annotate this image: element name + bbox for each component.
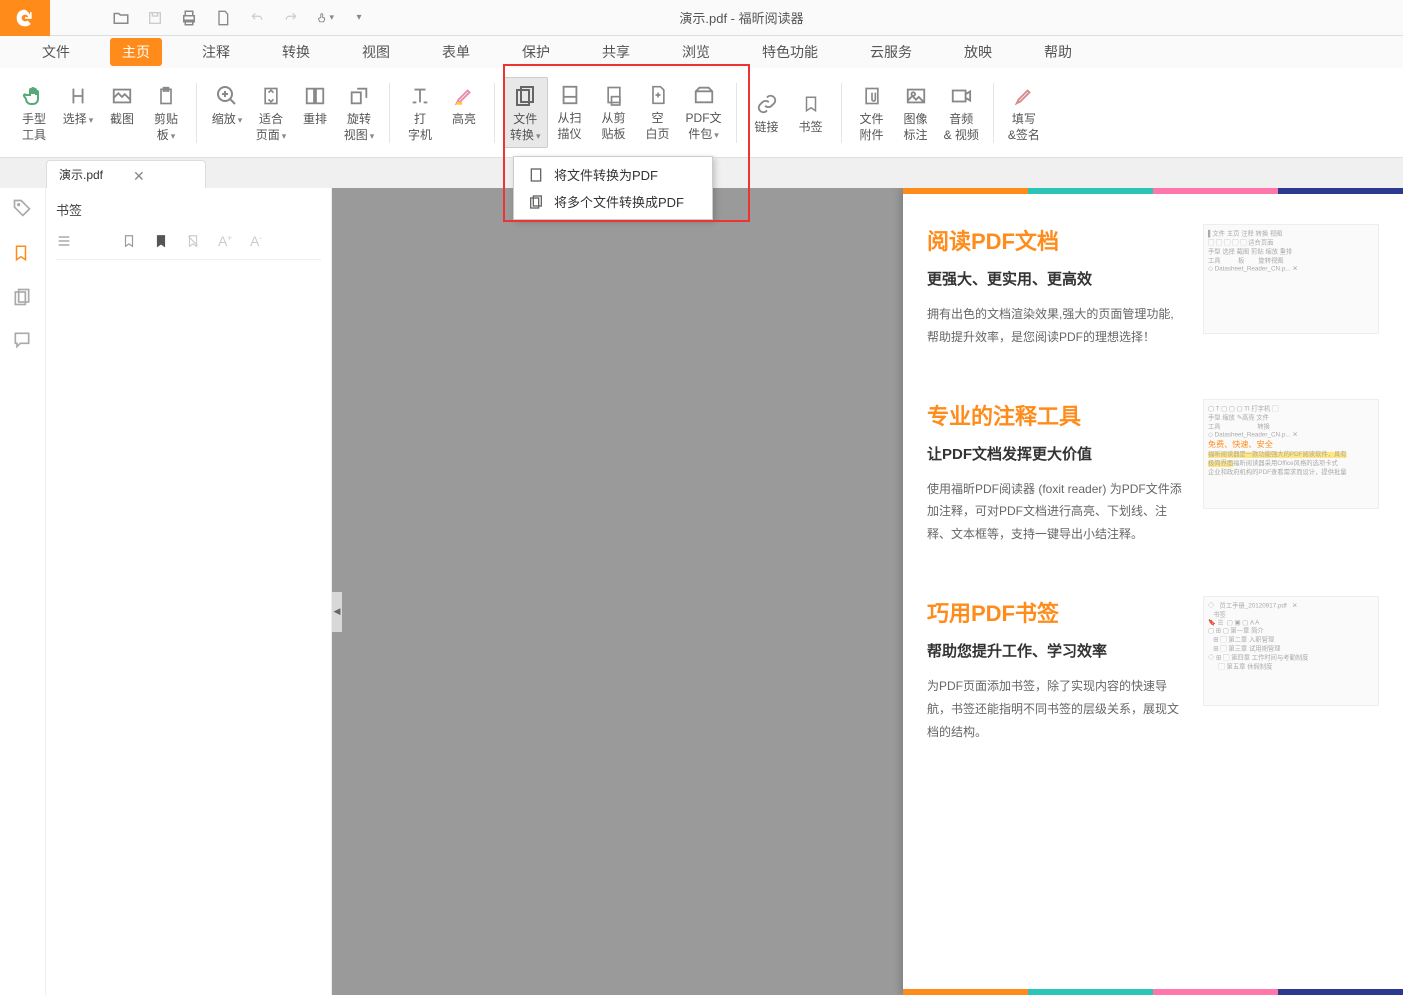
app-logo[interactable] bbox=[0, 0, 50, 36]
blank-page-button[interactable]: 空 白页 bbox=[636, 77, 680, 146]
image-annotation-button[interactable]: 图像 标注 bbox=[894, 78, 938, 147]
page-section-3: 巧用PDF书签 帮助您提升工作、学习效率 为PDF页面添加书签，除了实现内容的快… bbox=[927, 596, 1379, 743]
section-screenshot: ▢ T ▢ ▢ ▢ TI 打字机 ▢手型 缩放 ✎高亮 文件工具 转换◇ Dat… bbox=[1203, 399, 1379, 509]
qat-customize-icon[interactable]: ▾ bbox=[350, 9, 368, 27]
rotate-view-button[interactable]: 旋转 视图 bbox=[337, 78, 381, 147]
pdf-page: 阅读PDF文档 更强大、更实用、更高效 拥有出色的文档渲染效果,强大的页面管理功… bbox=[903, 188, 1403, 995]
quick-access-toolbar: ▾ ▾ bbox=[100, 9, 380, 27]
section-screenshot: ▌文件 主页 注释 转换 视图▢ ▢ ▢ ▢ ▢ 适合页面手型 选择 截图 剪贴… bbox=[1203, 224, 1379, 334]
window-title: 演示.pdf - 福昕阅读器 bbox=[380, 8, 1103, 27]
tab-form[interactable]: 表单 bbox=[430, 38, 482, 66]
tab-view[interactable]: 视图 bbox=[350, 38, 402, 66]
title-bar: ▾ ▾ 演示.pdf - 福昕阅读器 bbox=[0, 0, 1403, 36]
page-section-1: 阅读PDF文档 更强大、更实用、更高效 拥有出色的文档渲染效果,强大的页面管理功… bbox=[927, 224, 1379, 349]
text-large-icon[interactable]: A+ bbox=[218, 233, 236, 251]
document-tab-label: 演示.pdf bbox=[59, 166, 103, 183]
close-tab-icon[interactable]: ✕ bbox=[133, 168, 147, 182]
main-area: 书签 A+ A- ◀ 阅读PDF文档 更强大、更实用、更高效 拥有出色的文档渲染… bbox=[0, 188, 1403, 995]
tab-browse[interactable]: 浏览 bbox=[670, 38, 722, 66]
typewriter-button[interactable]: 打 字机 bbox=[398, 78, 442, 147]
tag-icon[interactable] bbox=[12, 198, 34, 220]
bookmark-panel: 书签 A+ A- bbox=[46, 188, 332, 995]
pages-panel-icon[interactable] bbox=[12, 286, 34, 308]
text-small-icon[interactable]: A- bbox=[250, 233, 268, 251]
page-section-2: 专业的注释工具 让PDF文档发挥更大价值 使用福昕PDF阅读器 (foxit r… bbox=[927, 399, 1379, 546]
ribbon: 手型 工具 选择 截图 剪贴 板 缩放 适合 页面 重排 旋转 视图 打 字机 … bbox=[0, 68, 1403, 158]
tab-convert[interactable]: 转换 bbox=[270, 38, 322, 66]
section-body: 使用福昕PDF阅读器 (foxit reader) 为PDF文件添加注释，可对P… bbox=[927, 478, 1185, 546]
reflow-button[interactable]: 重排 bbox=[293, 78, 337, 132]
from-clipboard-button[interactable]: 从剪 贴板 bbox=[592, 77, 636, 146]
convert-file-to-pdf-item[interactable]: 将文件转换为PDF bbox=[514, 161, 712, 188]
section-heading: 巧用PDF书签 bbox=[927, 596, 1185, 628]
section-body: 拥有出色的文档渲染效果,强大的页面管理功能,帮助提升效率，是您阅读PDF的理想选… bbox=[927, 303, 1185, 349]
tab-protect[interactable]: 保护 bbox=[510, 38, 562, 66]
document-tab[interactable]: 演示.pdf ✕ bbox=[46, 160, 206, 188]
decorative-stripe bbox=[903, 188, 1403, 194]
section-heading: 专业的注释工具 bbox=[927, 399, 1185, 431]
panel-title: 书签 bbox=[56, 196, 321, 229]
tab-file[interactable]: 文件 bbox=[30, 38, 82, 66]
redo-icon[interactable] bbox=[282, 9, 300, 27]
new-doc-icon[interactable] bbox=[214, 9, 232, 27]
audio-video-button[interactable]: 音频 & 视频 bbox=[938, 78, 985, 147]
tab-home[interactable]: 主页 bbox=[110, 38, 162, 66]
snapshot-button[interactable]: 截图 bbox=[100, 78, 144, 132]
new-bookmark-icon[interactable] bbox=[154, 233, 172, 251]
file-convert-dropdown: 将文件转换为PDF 将多个文件转换成PDF bbox=[513, 156, 713, 220]
tab-help[interactable]: 帮助 bbox=[1032, 38, 1084, 66]
tab-cloud[interactable]: 云服务 bbox=[858, 38, 924, 66]
documents-icon bbox=[528, 194, 544, 210]
collapse-panel-handle[interactable]: ◀ bbox=[332, 592, 342, 632]
section-subheading: 更强大、更实用、更高效 bbox=[927, 268, 1185, 289]
document-view[interactable]: ◀ 阅读PDF文档 更强大、更实用、更高效 拥有出色的文档渲染效果,强大的页面管… bbox=[332, 188, 1403, 995]
tab-comment[interactable]: 注释 bbox=[190, 38, 242, 66]
tab-feature[interactable]: 特色功能 bbox=[750, 38, 830, 66]
open-icon[interactable] bbox=[112, 9, 130, 27]
tab-slideshow[interactable]: 放映 bbox=[952, 38, 1004, 66]
section-heading: 阅读PDF文档 bbox=[927, 224, 1185, 256]
file-convert-button[interactable]: 文件 转换 bbox=[503, 77, 548, 148]
decorative-stripe bbox=[903, 989, 1403, 995]
fit-page-button[interactable]: 适合 页面 bbox=[249, 78, 293, 147]
menu-tabs: 文件 主页 注释 转换 视图 表单 保护 共享 浏览 特色功能 云服务 放映 帮… bbox=[0, 36, 1403, 68]
section-subheading: 让PDF文档发挥更大价值 bbox=[927, 443, 1185, 464]
highlight-button[interactable]: 高亮 bbox=[442, 78, 486, 132]
section-body: 为PDF页面添加书签，除了实现内容的快速导航，书签还能指明不同书签的层级关系，展… bbox=[927, 675, 1185, 743]
document-icon bbox=[528, 167, 544, 183]
panel-list-icon[interactable] bbox=[56, 233, 74, 251]
from-scanner-button[interactable]: 从扫 描仪 bbox=[548, 77, 592, 146]
tab-share[interactable]: 共享 bbox=[590, 38, 642, 66]
convert-multiple-files-item[interactable]: 将多个文件转换成PDF bbox=[514, 188, 712, 215]
save-icon[interactable] bbox=[146, 9, 164, 27]
section-subheading: 帮助您提升工作、学习效率 bbox=[927, 640, 1185, 661]
touch-icon[interactable]: ▾ bbox=[316, 9, 334, 27]
delete-bookmark-icon[interactable] bbox=[186, 233, 204, 251]
comments-panel-icon[interactable] bbox=[12, 330, 34, 352]
side-strip bbox=[0, 188, 46, 995]
link-button[interactable]: 链接 bbox=[745, 86, 789, 140]
clipboard-button[interactable]: 剪贴 板 bbox=[144, 78, 188, 147]
hand-tool-button[interactable]: 手型 工具 bbox=[12, 78, 56, 147]
pdf-package-button[interactable]: PDF文 件包 bbox=[680, 77, 728, 146]
zoom-button[interactable]: 缩放 bbox=[205, 78, 249, 132]
print-icon[interactable] bbox=[180, 9, 198, 27]
add-bookmark-icon[interactable] bbox=[122, 233, 140, 251]
bookmark-button[interactable]: 书签 bbox=[789, 86, 833, 140]
fill-sign-button[interactable]: 填写 &签名 bbox=[1002, 78, 1046, 147]
panel-toolbar: A+ A- bbox=[56, 229, 321, 260]
select-button[interactable]: 选择 bbox=[56, 78, 100, 132]
undo-icon[interactable] bbox=[248, 9, 266, 27]
file-attach-button[interactable]: 文件 附件 bbox=[850, 78, 894, 147]
bookmark-panel-icon[interactable] bbox=[12, 242, 34, 264]
section-screenshot: ◇ 员工手册_20120917.pdf ✕ 书签🔖 ☰ ▢ ▣ ▢ A A▢ ⊞… bbox=[1203, 596, 1379, 706]
